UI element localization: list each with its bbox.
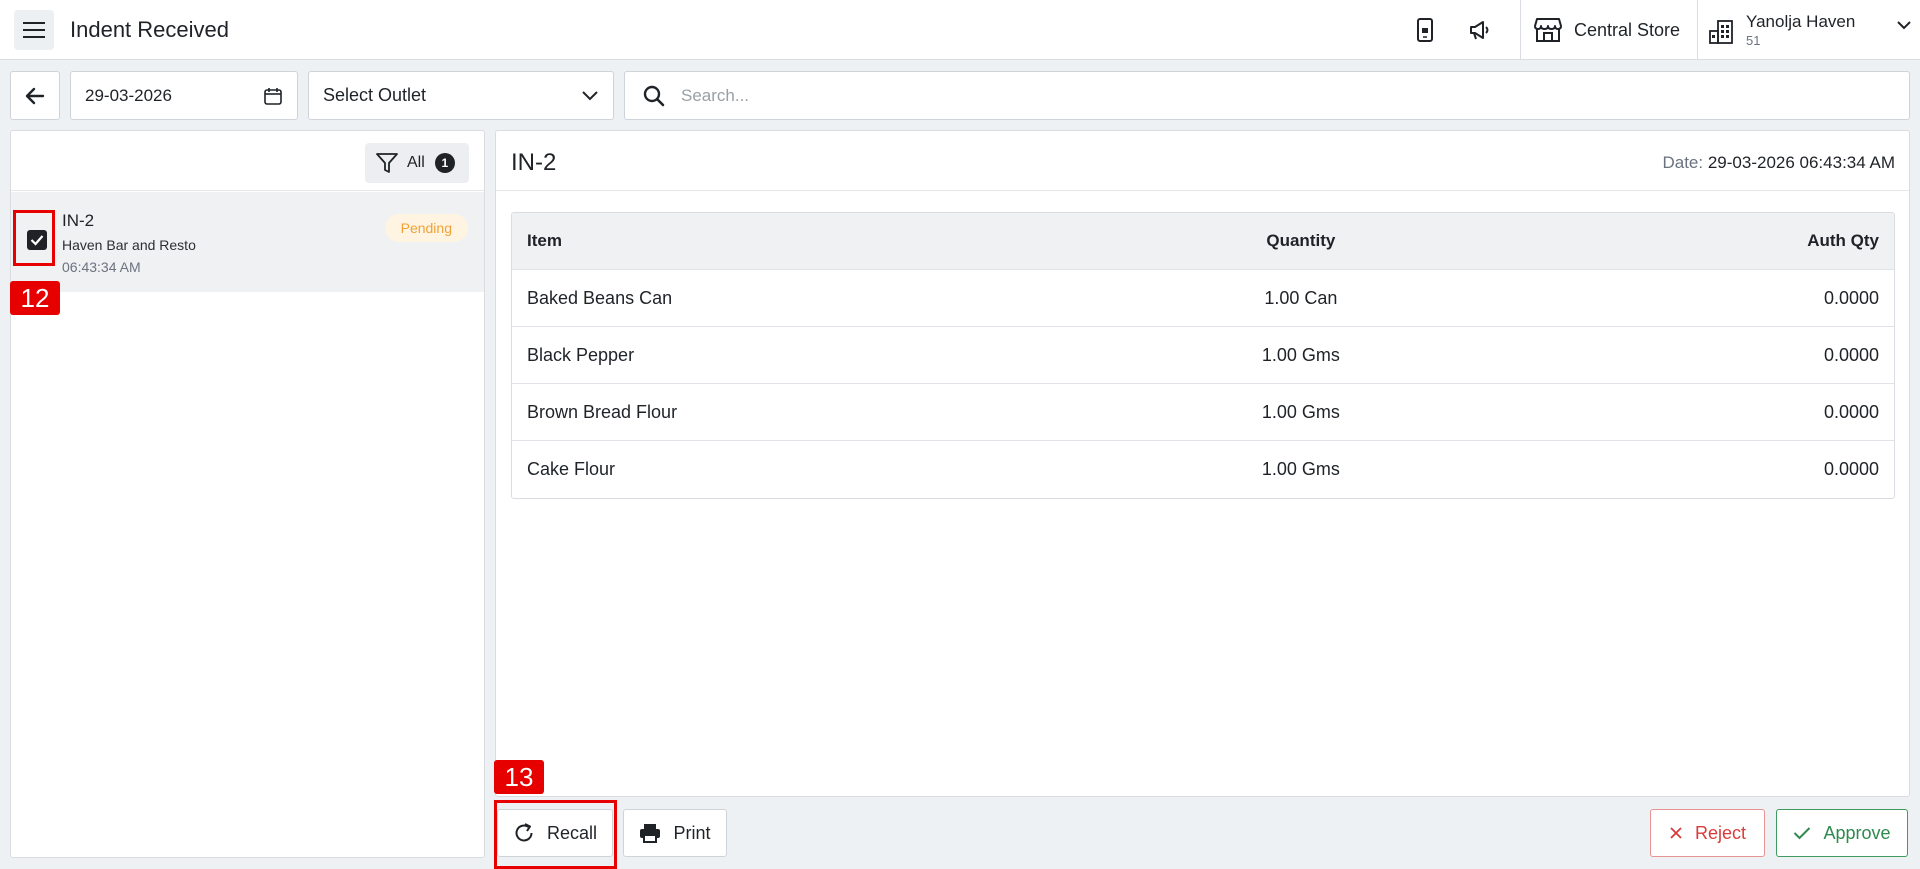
detail-date: Date: 29-03-2026 06:43:34 AM: [1662, 153, 1895, 173]
indent-time: 06:43:34 AM: [62, 259, 141, 275]
printer-icon: [640, 824, 661, 843]
arrow-left-icon: [25, 87, 45, 104]
table-row: Brown Bread Flour 1.00 Gms 0.0000: [512, 384, 1894, 441]
cell-item: Brown Bread Flour: [527, 401, 678, 422]
date-value: 29-03-2026: [85, 85, 172, 105]
table-row: Baked Beans Can 1.00 Can 0.0000: [512, 270, 1894, 327]
megaphone-icon: [1470, 21, 1489, 40]
cell-auth-qty: 0.0000: [1823, 401, 1879, 422]
chevron-down-icon: [582, 91, 598, 101]
print-label: Print: [673, 822, 711, 843]
menu-icon: [23, 22, 45, 38]
chevron-down-icon: [1897, 21, 1911, 30]
annotation-highlight-checkbox: [13, 210, 55, 266]
date-picker[interactable]: 29-03-2026: [70, 71, 298, 120]
cell-quantity: 1.00 Can: [1264, 287, 1338, 308]
indent-list-panel: All 1 IN-2 Haven Bar and Resto 06:43:34 …: [10, 130, 485, 858]
outlet-select-label: Select Outlet: [323, 85, 427, 105]
mobile-device-button[interactable]: [1409, 14, 1441, 46]
page-title: Indent Received: [70, 17, 229, 42]
search-input[interactable]: [681, 85, 1881, 106]
cell-auth-qty: 0.0000: [1823, 287, 1879, 308]
column-header-auth-qty: Auth Qty: [1807, 231, 1879, 250]
table-header-row: Item Quantity Auth Qty: [512, 213, 1894, 270]
table-row: Cake Flour 1.00 Gms 0.0000: [512, 441, 1894, 498]
announcements-button[interactable]: [1464, 14, 1496, 46]
header-divider: [1520, 0, 1521, 60]
column-header-item: Item: [527, 231, 562, 250]
property-selector[interactable]: Yanolja Haven 51: [1708, 0, 1920, 60]
detail-title: IN-2: [511, 149, 557, 176]
approve-label: Approve: [1823, 822, 1891, 843]
indent-id: IN-2: [62, 211, 95, 230]
header-divider: [1697, 0, 1698, 60]
check-icon: [1794, 827, 1811, 840]
status-badge: Pending: [384, 214, 468, 242]
store-name: Central Store: [1574, 19, 1681, 40]
outlet-select[interactable]: Select Outlet: [308, 71, 614, 120]
reject-button[interactable]: Reject: [1650, 809, 1765, 857]
calendar-icon: [264, 87, 282, 105]
cell-quantity: 1.00 Gms: [1261, 401, 1340, 422]
cell-quantity: 1.00 Gms: [1261, 459, 1340, 479]
filter-icon: [376, 153, 398, 173]
filter-row: All 1: [11, 131, 484, 191]
indent-list-item[interactable]: IN-2 Haven Bar and Resto 06:43:34 AM Pen…: [11, 192, 484, 292]
column-header-quantity: Quantity: [1266, 231, 1336, 250]
filter-button[interactable]: All 1: [365, 143, 469, 183]
table-row: Black Pepper 1.00 Gms 0.0000: [512, 327, 1894, 384]
cell-auth-qty: 0.0000: [1823, 459, 1879, 479]
print-button[interactable]: Print: [623, 809, 727, 857]
building-icon: [1709, 20, 1733, 44]
search-bar[interactable]: [624, 71, 1910, 120]
mobile-phone-icon: [1417, 18, 1433, 42]
items-table: Item Quantity Auth Qty Baked Beans Can 1…: [511, 212, 1895, 499]
cell-quantity: 1.00 Gms: [1261, 344, 1340, 365]
app-header: Indent Received Central Store Yanolja Ha…: [0, 0, 1920, 60]
filter-count-badge: 1: [434, 153, 455, 173]
close-icon: [1670, 827, 1682, 839]
storefront-icon: [1534, 18, 1562, 42]
approve-button[interactable]: Approve: [1776, 809, 1908, 857]
cell-item: Black Pepper: [527, 344, 635, 365]
detail-header: IN-2 Date: 29-03-2026 06:43:34 AM: [496, 131, 1909, 191]
filter-label: All: [407, 154, 425, 171]
annotation-marker: 12: [10, 281, 60, 315]
search-icon: [643, 85, 665, 106]
indent-detail-panel: IN-2 Date: 29-03-2026 06:43:34 AM Item Q…: [495, 130, 1910, 797]
store-selector[interactable]: Central Store: [1534, 0, 1680, 60]
annotation-marker: 13: [494, 760, 544, 794]
indent-outlet: Haven Bar and Resto: [62, 237, 196, 253]
cell-auth-qty: 0.0000: [1823, 344, 1879, 365]
back-button[interactable]: [10, 71, 60, 120]
annotation-highlight-recall: [494, 800, 617, 869]
property-name: Yanolja Haven: [1746, 12, 1856, 31]
detail-date-label: Date:: [1662, 153, 1704, 172]
hamburger-menu-button[interactable]: [14, 10, 54, 50]
reject-label: Reject: [1694, 822, 1747, 843]
property-code: 51: [1746, 33, 1761, 48]
cell-item: Baked Beans Can: [527, 287, 673, 308]
cell-item: Cake Flour: [527, 459, 616, 479]
detail-date-value: 29-03-2026 06:43:34 AM: [1707, 153, 1895, 172]
